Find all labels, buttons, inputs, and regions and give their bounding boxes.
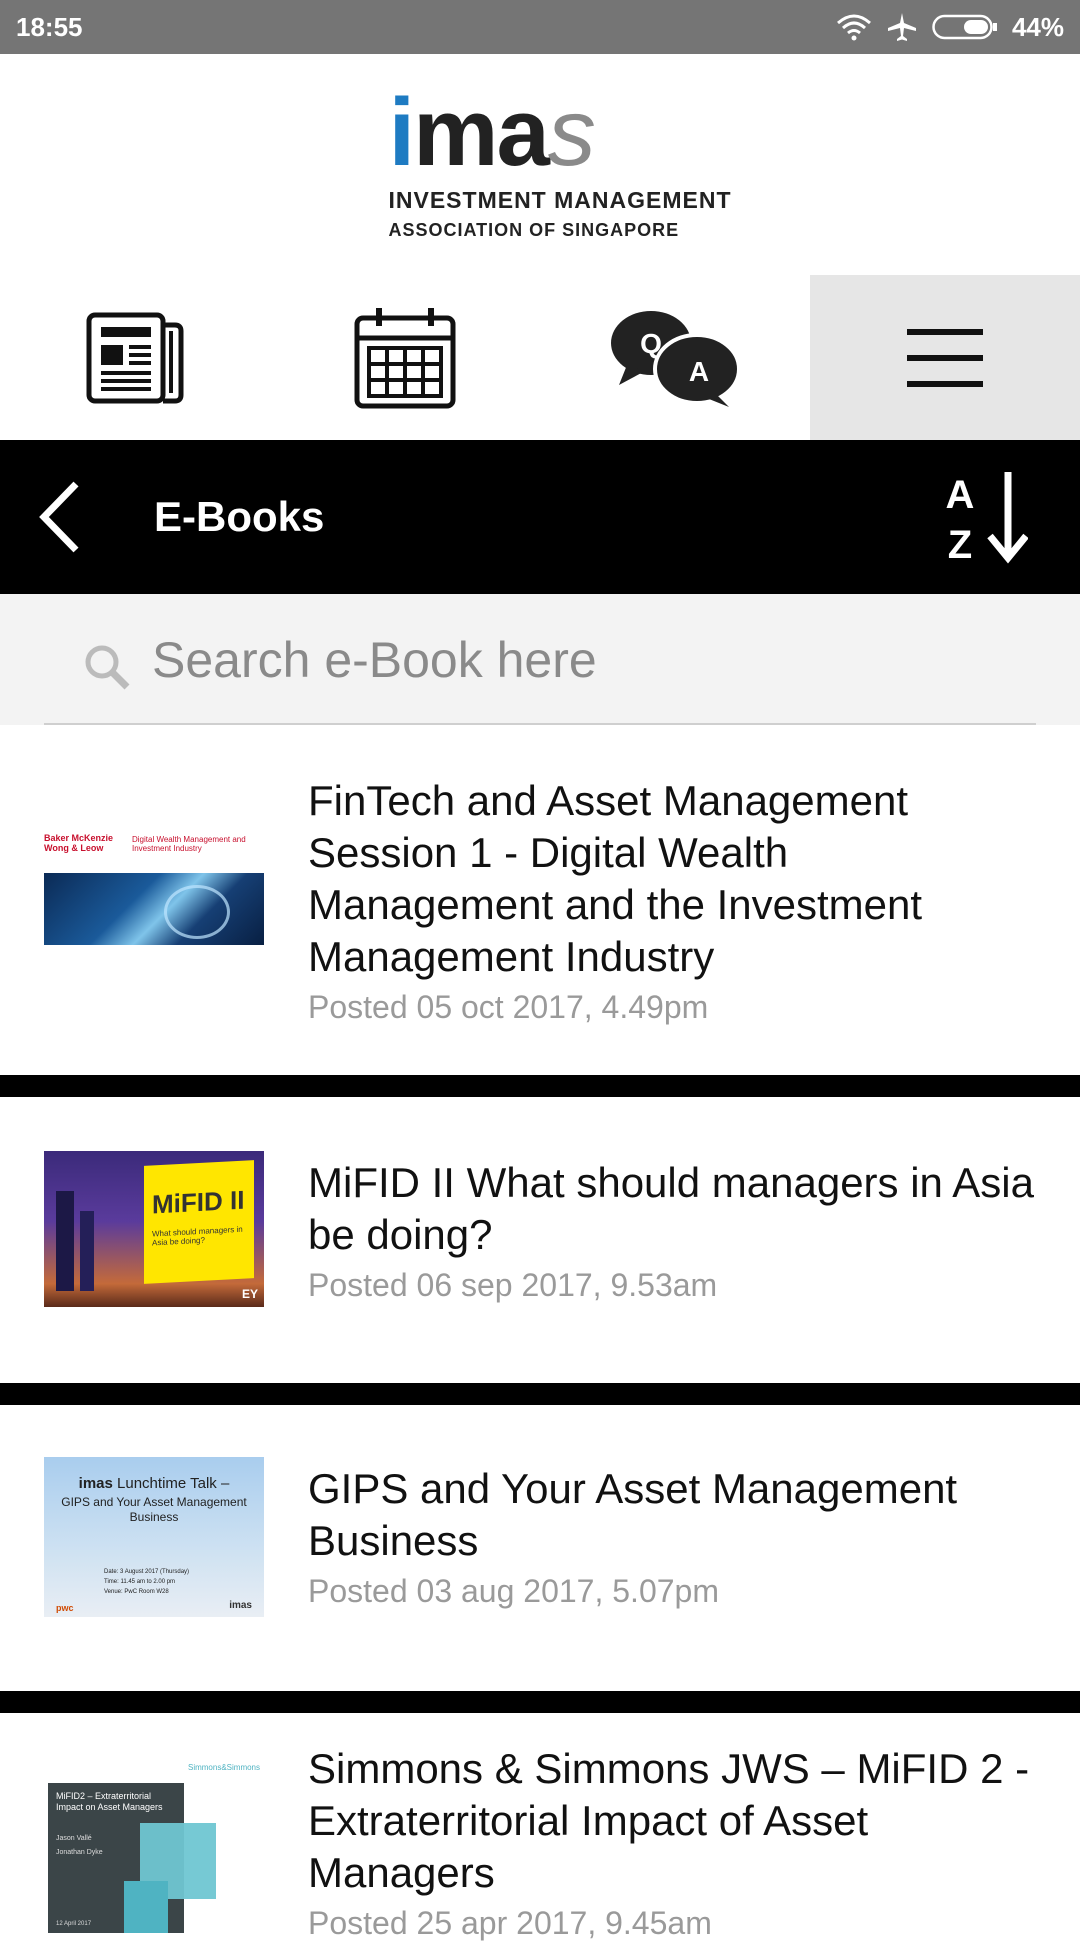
item-separator <box>0 1691 1080 1713</box>
ebook-title: Simmons & Simmons JWS – MiFID 2 - Extrat… <box>308 1745 1030 1896</box>
logo-line-2: ASSOCIATION OF SINGAPORE <box>388 219 680 240</box>
search-input[interactable] <box>150 624 974 696</box>
logo-line-1: INVESTMENT MANAGEMENT <box>388 186 732 213</box>
ebook-date: Posted 05 oct 2017, 4.49pm <box>308 989 709 1025</box>
search-bar <box>0 594 1080 725</box>
app-logo: imas INVESTMENT MANAGEMENT ASSOCIATION O… <box>0 54 1080 275</box>
sort-az-button[interactable]: A Z <box>944 468 1029 569</box>
ebook-title: MiFID II What should managers in Asia be… <box>308 1159 1034 1258</box>
ebook-list-item[interactable]: imas Lunchtime Talk – GIPS and Your Asse… <box>0 1405 1080 1691</box>
ebook-thumbnail: Simmons&Simmons MiFID2 – Extraterritoria… <box>44 1763 264 1933</box>
ebook-title: FinTech and Asset Management Session 1 -… <box>308 777 923 980</box>
back-button[interactable] <box>0 440 120 594</box>
ebook-title: GIPS and Your Asset Management Business <box>308 1465 958 1564</box>
newspaper-icon <box>86 312 184 403</box>
svg-text:Q: Q <box>640 328 662 359</box>
battery-percent: 44% <box>1011 11 1064 42</box>
tab-news[interactable] <box>0 275 270 440</box>
ebook-list-item[interactable]: Simmons&Simmons MiFID2 – Extraterritoria… <box>0 1713 1080 1941</box>
ebook-date: Posted 25 apr 2017, 9.45am <box>308 1905 712 1941</box>
wifi-icon <box>836 14 871 41</box>
tab-menu[interactable] <box>810 275 1080 440</box>
svg-text:A: A <box>946 473 975 517</box>
page-header: E-Books A Z <box>0 440 1080 594</box>
menu-icon <box>907 328 983 387</box>
imas-wordmark: imas <box>388 78 596 186</box>
status-time: 18:55 <box>16 11 83 42</box>
search-icon <box>85 645 130 690</box>
svg-text:Z: Z <box>948 523 972 564</box>
item-separator <box>0 1383 1080 1405</box>
sort-az-icon: A Z <box>946 472 1029 567</box>
status-bar: 18:55 44% <box>0 0 1080 54</box>
svg-text:A: A <box>689 356 709 387</box>
airplane-icon <box>887 13 916 41</box>
ebook-list-item[interactable]: Baker McKenzie Wong & Leow Digital Wealt… <box>0 725 1080 1075</box>
item-separator <box>0 1075 1080 1097</box>
ebook-date: Posted 03 aug 2017, 5.07pm <box>308 1573 719 1609</box>
qa-chat-icon: Q A <box>611 310 741 407</box>
page-title: E-Books <box>154 493 325 540</box>
main-tab-bar: Q A <box>0 275 1080 440</box>
ebook-thumbnail: MiFID II What should managers in Asia be… <box>44 1151 264 1307</box>
chevron-left-icon <box>39 481 79 553</box>
ebook-thumbnail: Baker McKenzie Wong & Leow Digital Wealt… <box>44 833 264 945</box>
ebook-date: Posted 06 sep 2017, 9.53am <box>308 1267 718 1303</box>
battery-icon <box>932 14 997 40</box>
ebook-thumbnail: imas Lunchtime Talk – GIPS and Your Asse… <box>44 1457 264 1617</box>
tab-qa[interactable]: Q A <box>540 275 810 440</box>
tab-events[interactable] <box>270 275 540 440</box>
calendar-icon <box>354 307 456 408</box>
ebook-list-item[interactable]: MiFID II What should managers in Asia be… <box>0 1097 1080 1383</box>
